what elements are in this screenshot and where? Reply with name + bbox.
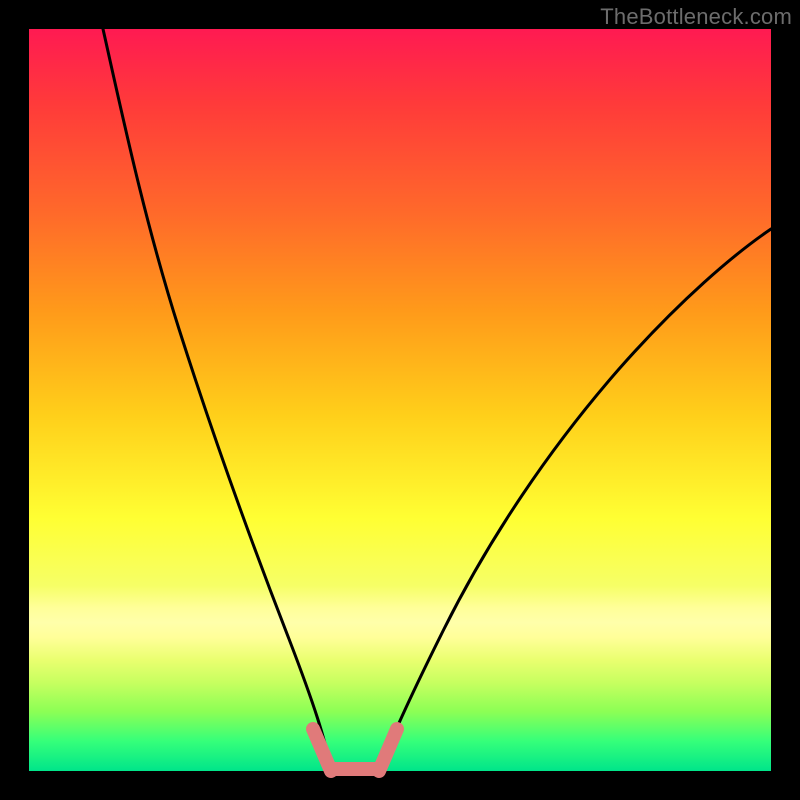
curve-left [103, 29, 331, 771]
curve-layer [29, 29, 771, 771]
curve-right [379, 229, 771, 771]
plot-area [29, 29, 771, 771]
attribution-text: TheBottleneck.com [600, 4, 792, 30]
chart-frame: TheBottleneck.com [0, 0, 800, 800]
floor-segment-right [379, 729, 397, 771]
